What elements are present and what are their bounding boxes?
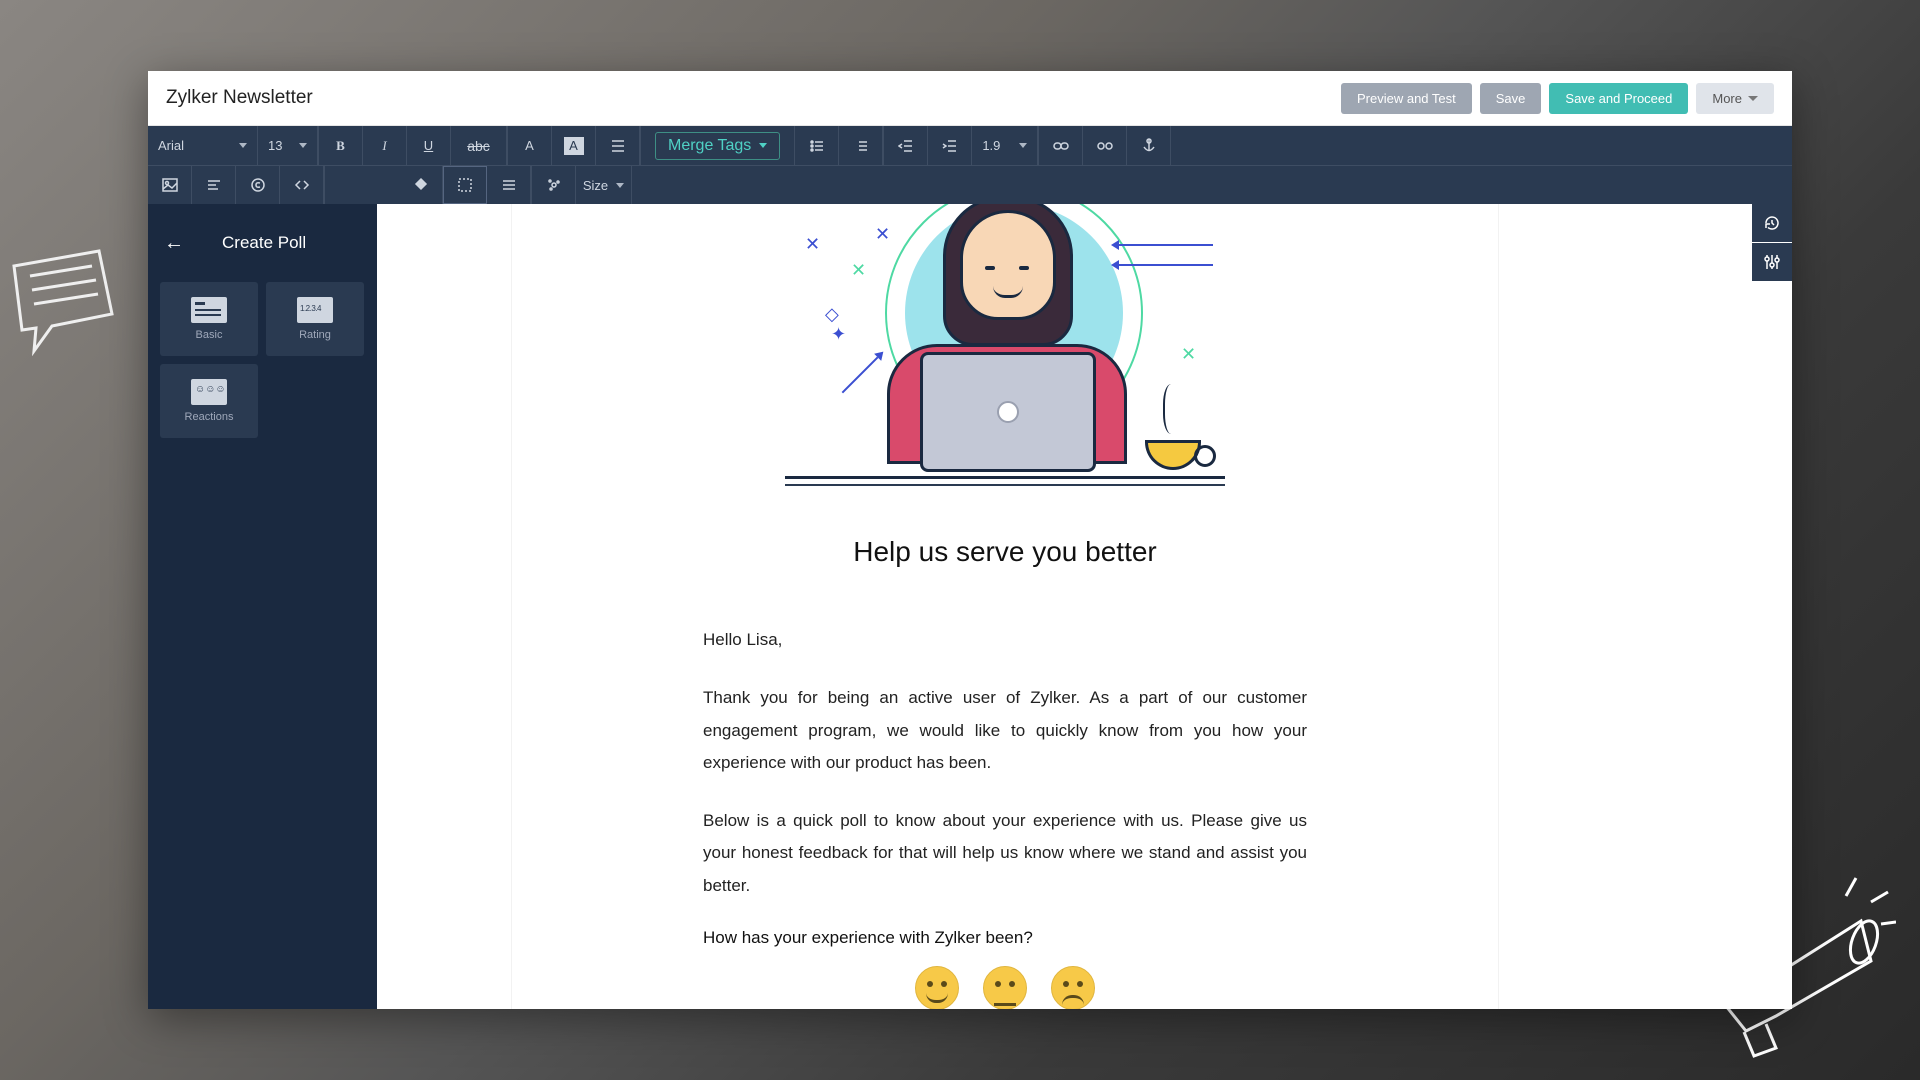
reaction-happy[interactable]: Happy: [915, 966, 959, 1009]
copyright-button[interactable]: [236, 166, 280, 204]
poll-tile-label: Basic: [196, 329, 223, 341]
ordered-list-button[interactable]: [839, 126, 883, 165]
body-text: Hello Lisa, Thank you for being an activ…: [703, 624, 1307, 902]
chevron-down-icon: [1019, 143, 1027, 148]
font-family-select[interactable]: Arial: [148, 126, 258, 165]
hero-illustration: ✕ ✕ ✕ ✦ ✕ ◇: [511, 204, 1499, 494]
chevron-down-icon: [759, 143, 767, 148]
canvas[interactable]: ✕ ✕ ✕ ✦ ✕ ◇ Help us serve you better Hel…: [377, 204, 1792, 1009]
email-page: ✕ ✕ ✕ ✦ ✕ ◇ Help us serve you better Hel…: [511, 204, 1499, 1009]
code-button[interactable]: [280, 166, 324, 204]
underline-button[interactable]: U: [407, 126, 451, 165]
content-heading: Help us serve you better: [703, 536, 1307, 568]
highlight-color-button[interactable]: A: [552, 126, 596, 165]
indent-increase-button[interactable]: [928, 126, 972, 165]
back-arrow-button[interactable]: ←: [164, 232, 184, 255]
save-proceed-button[interactable]: Save and Proceed: [1549, 83, 1688, 114]
chevron-down-icon: [1748, 96, 1758, 101]
neutral-emoji-icon: [983, 966, 1027, 1009]
anchor-button[interactable]: [1127, 126, 1171, 165]
fill-color-button[interactable]: [399, 166, 443, 204]
document-title: Zylker Newsletter: [166, 87, 313, 109]
paragraph-1: Thank you for being an active user of Zy…: [703, 682, 1307, 779]
text-toolbar: Arial 13 B I U abc A A Merge Tags 1.9: [148, 126, 1792, 204]
align-button[interactable]: [596, 126, 640, 165]
top-actions: Preview and Test Save Save and Proceed M…: [1341, 83, 1774, 114]
size-select[interactable]: Size: [576, 166, 632, 204]
history-button[interactable]: [1752, 204, 1792, 242]
clear-format-button[interactable]: [487, 166, 531, 204]
indent-decrease-button[interactable]: [884, 126, 928, 165]
merge-tags-button[interactable]: Merge Tags: [655, 132, 780, 160]
more-button[interactable]: More: [1696, 83, 1774, 114]
selection-tool-button[interactable]: [443, 166, 487, 204]
sidebar: ← Create Poll Basic Rating Reactions: [148, 204, 377, 1009]
paragraph-2: Below is a quick poll to know about your…: [703, 805, 1307, 902]
strikethrough-button[interactable]: abc: [451, 126, 507, 165]
poll-tile-label: Reactions: [185, 411, 234, 423]
reactions-icon: [191, 379, 227, 405]
unordered-list-button[interactable]: [795, 126, 839, 165]
happy-emoji-icon: [915, 966, 959, 1009]
rating-icon: [297, 297, 333, 323]
image-button[interactable]: [148, 166, 192, 204]
upset-emoji-icon: [1051, 966, 1095, 1009]
save-button[interactable]: Save: [1480, 83, 1542, 114]
unlink-button[interactable]: [1083, 126, 1127, 165]
bold-button[interactable]: B: [319, 126, 363, 165]
chevron-down-icon: [239, 143, 247, 148]
preview-test-button[interactable]: Preview and Test: [1341, 83, 1472, 114]
topbar: Zylker Newsletter Preview and Test Save …: [148, 71, 1792, 126]
italic-button[interactable]: I: [363, 126, 407, 165]
greeting: Hello Lisa,: [703, 624, 1307, 656]
reaction-neutral[interactable]: Neutral: [983, 966, 1027, 1009]
font-color-button[interactable]: A: [508, 126, 552, 165]
table-button[interactable]: [192, 166, 236, 204]
link-button[interactable]: [1039, 126, 1083, 165]
right-rail: [1752, 204, 1792, 282]
sketch-speech-bubble: [4, 246, 124, 356]
poll-tile-basic[interactable]: Basic: [160, 282, 258, 356]
settings-sliders-button[interactable]: [1752, 243, 1792, 281]
poll-tile-label: Rating: [299, 329, 331, 341]
effects-button[interactable]: [532, 166, 576, 204]
app-window: Zylker Newsletter Preview and Test Save …: [148, 71, 1792, 1009]
poll-question: How has your experience with Zylker been…: [703, 928, 1307, 948]
basic-icon: [191, 297, 227, 323]
line-height-select[interactable]: 1.9: [972, 126, 1038, 165]
reaction-upset[interactable]: Upset: [1051, 966, 1095, 1009]
poll-tile-rating[interactable]: Rating: [266, 282, 364, 356]
chevron-down-icon: [616, 183, 624, 188]
chevron-down-icon: [299, 143, 307, 148]
font-size-select[interactable]: 13: [258, 126, 318, 165]
poll-tile-reactions[interactable]: Reactions: [160, 364, 258, 438]
sidebar-title: Create Poll: [222, 233, 306, 253]
